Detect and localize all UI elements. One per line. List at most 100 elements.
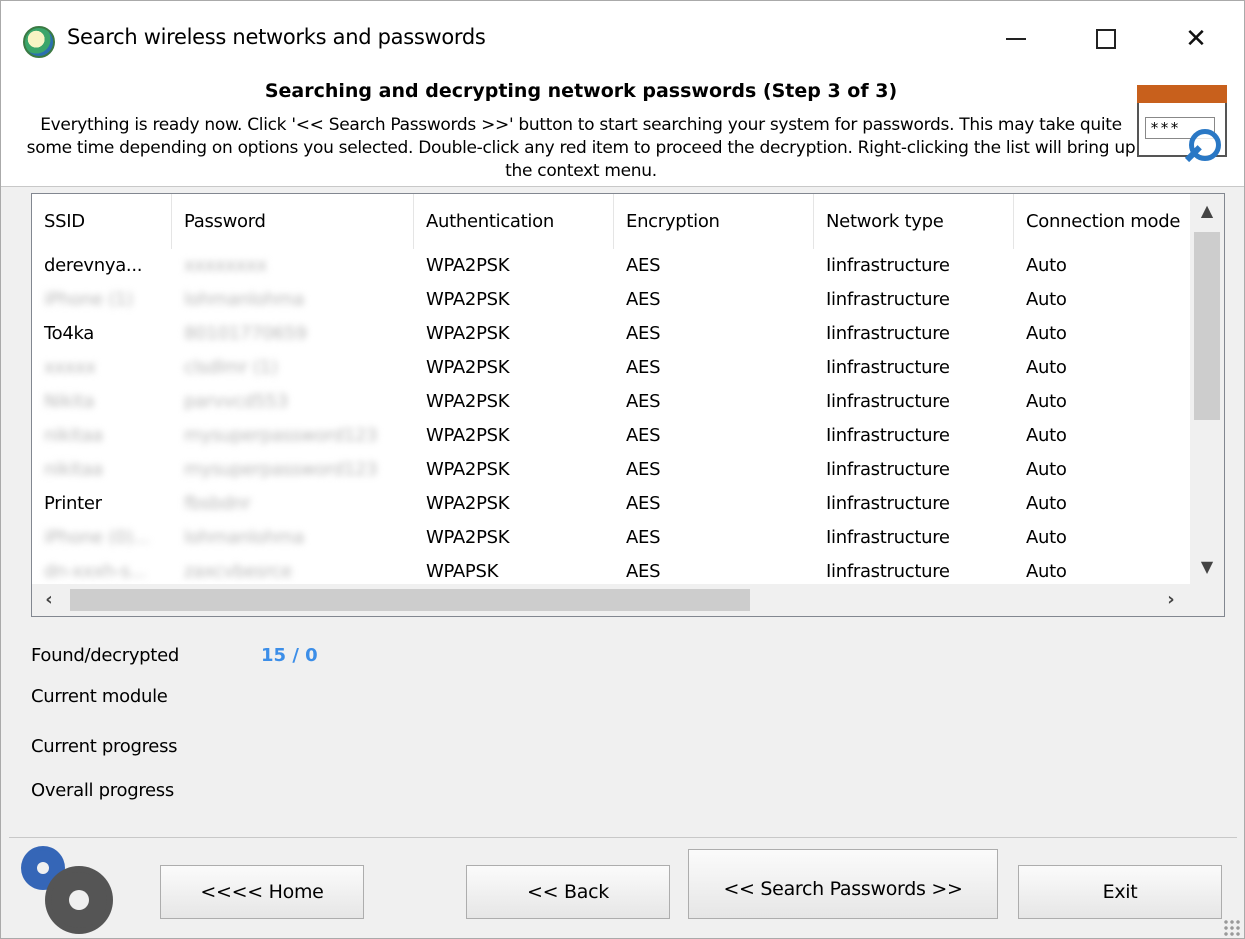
cell-network-type: Iinfrastructure [826,289,950,310]
table-row[interactable]: derevnya... xxxxxxxx WPA2PSK AES Iinfrastruc… [32,249,1192,283]
overall-progress-label: Overall progress [31,780,174,801]
cell-encryption: AES [626,493,661,514]
wizard-header: Searching and decrypting network passwor… [1,77,1244,187]
cell-ssid: Printer [44,493,102,514]
cell-connection-mode: Auto [1026,459,1067,480]
table-row[interactable]: iPhone (1) lohmanlohma WPA2PSK AES Iinfrastr… [32,283,1192,317]
cell-ssid: derevnya... [44,255,143,276]
cell-authentication: WPA2PSK [426,357,510,378]
close-button[interactable]: ✕ [1166,15,1226,63]
cell-network-type: Iinfrastructure [826,357,950,378]
main-window: Search wireless networks and passwords ✕… [0,0,1245,939]
horizontal-scroll-thumb[interactable] [70,589,750,611]
column-header-encryption[interactable]: Encryption [614,194,814,249]
back-button[interactable]: << Back [466,865,670,919]
scroll-left-icon[interactable]: ‹ [32,584,66,616]
scroll-right-icon[interactable]: › [1154,584,1188,616]
cell-network-type: Iinfrastructure [826,425,950,446]
column-header-ssid[interactable]: SSID [32,194,172,249]
cell-encryption: AES [626,289,661,310]
cell-connection-mode: Auto [1026,323,1067,344]
cell-connection-mode: Auto [1026,425,1067,446]
cell-ssid: iPhone (0)... [44,527,150,548]
cell-password: lohmanlohma [184,289,305,310]
column-header-network-type[interactable]: Network type [814,194,1014,249]
cell-network-type: Iinfrastructure [826,323,950,344]
cell-ssid: xxxxx [44,357,96,378]
cell-encryption: AES [626,459,661,480]
cell-network-type: Iinfrastructure [826,527,950,548]
close-icon: ✕ [1185,24,1207,54]
cell-password: parvvcd553 [184,391,288,412]
password-search-icon: *** [1137,85,1227,175]
cell-password: fbsbdnr [184,493,251,514]
list-rows: derevnya... xxxxxxxx WPA2PSK AES Iinfrastruc… [32,249,1192,589]
scroll-up-icon[interactable]: ▲ [1190,194,1224,228]
column-header-connection-mode[interactable]: Connection mode [1014,194,1192,249]
table-row[interactable]: Nikita parvvcd553 WPA2PSK AES Iinfrastructur… [32,385,1192,419]
vertical-scrollbar[interactable]: ▲ ▼ [1190,194,1224,584]
maximize-button[interactable] [1076,15,1136,63]
cell-ssid: iPhone (1) [44,289,133,310]
found-decrypted-value: 15 / 0 [261,645,318,666]
step-description: Everything is ready now. Click '<< Searc… [26,115,1136,181]
cell-ssid: nikitaa [44,459,103,480]
table-row[interactable]: nikitaa mysuperpassword123 WPA2PSK AES Iinfr… [32,419,1192,453]
cell-encryption: AES [626,391,661,412]
home-button[interactable]: <<<< Home [160,865,364,919]
horizontal-scrollbar[interactable]: ‹ › [32,584,1190,616]
table-row[interactable]: iPhone (0)... lohmanlohma WPA2PSK AES Iinfra… [32,521,1192,555]
maximize-icon [1096,29,1116,49]
cell-connection-mode: Auto [1026,527,1067,548]
cell-connection-mode: Auto [1026,289,1067,310]
vertical-scroll-thumb[interactable] [1194,232,1220,420]
cell-connection-mode: Auto [1026,357,1067,378]
cell-encryption: AES [626,425,661,446]
cell-authentication: WPA2PSK [426,459,510,480]
step-title: Searching and decrypting network passwor… [264,80,898,102]
current-module-label: Current module [31,686,168,707]
footer-divider [9,837,1237,838]
cell-password: mysuperpassword123 [184,425,378,446]
current-progress-label: Current progress [31,736,178,757]
window-title: Search wireless networks and passwords [67,25,486,49]
cell-password: 80101770659 [184,323,307,344]
cell-network-type: Iinfrastructure [826,459,950,480]
cell-network-type: Iinfrastructure [826,255,950,276]
cell-network-type: Iinfrastructure [826,391,950,412]
cell-encryption: AES [626,255,661,276]
minimize-icon [1006,38,1026,40]
cell-authentication: WPA2PSK [426,493,510,514]
cell-authentication: WPA2PSK [426,255,510,276]
exit-button[interactable]: Exit [1018,865,1222,919]
networks-list[interactable]: SSID Password Authentication Encryption … [31,193,1225,617]
list-header: SSID Password Authentication Encryption … [32,194,1192,249]
cell-ssid: Nikita [44,391,95,412]
cell-encryption: AES [626,357,661,378]
cell-connection-mode: Auto [1026,255,1067,276]
app-icon [23,26,55,58]
found-decrypted-label: Found/decrypted [31,645,179,666]
cell-authentication: WPA2PSK [426,425,510,446]
cell-network-type: Iinfrastructure [826,493,950,514]
cell-encryption: AES [626,323,661,344]
cell-ssid: To4ka [44,323,95,344]
resize-grip-icon[interactable] [1223,919,1241,937]
cell-authentication: WPA2PSK [426,289,510,310]
search-passwords-button[interactable]: << Search Passwords >> [688,849,998,919]
column-header-password[interactable]: Password [172,194,414,249]
table-row[interactable]: xxxxx clsdlmr (1) WPA2PSK AES Iinfrastructur… [32,351,1192,385]
cell-encryption: AES [626,527,661,548]
table-row[interactable]: Printer fbsbdnr WPA2PSK AES Iinfrastructure A… [32,487,1192,521]
cell-password: xxxxxxxx [184,255,267,276]
cell-password: clsdlmr (1) [184,357,278,378]
table-row[interactable]: To4ka 80101770659 WPA2PSK AES Iinfrastructur… [32,317,1192,351]
column-header-authentication[interactable]: Authentication [414,194,614,249]
search-passwords-label: << Search Passwords >> [723,878,963,900]
cell-password: lohmanlohma [184,527,305,548]
scroll-down-icon[interactable]: ▼ [1190,550,1224,584]
cell-password: mysuperpassword123 [184,459,378,480]
table-row[interactable]: nikitaa mysuperpassword123 WPA2PSK AES Iinfr… [32,453,1192,487]
minimize-button[interactable] [986,15,1046,63]
cell-ssid: nikitaa [44,425,103,446]
